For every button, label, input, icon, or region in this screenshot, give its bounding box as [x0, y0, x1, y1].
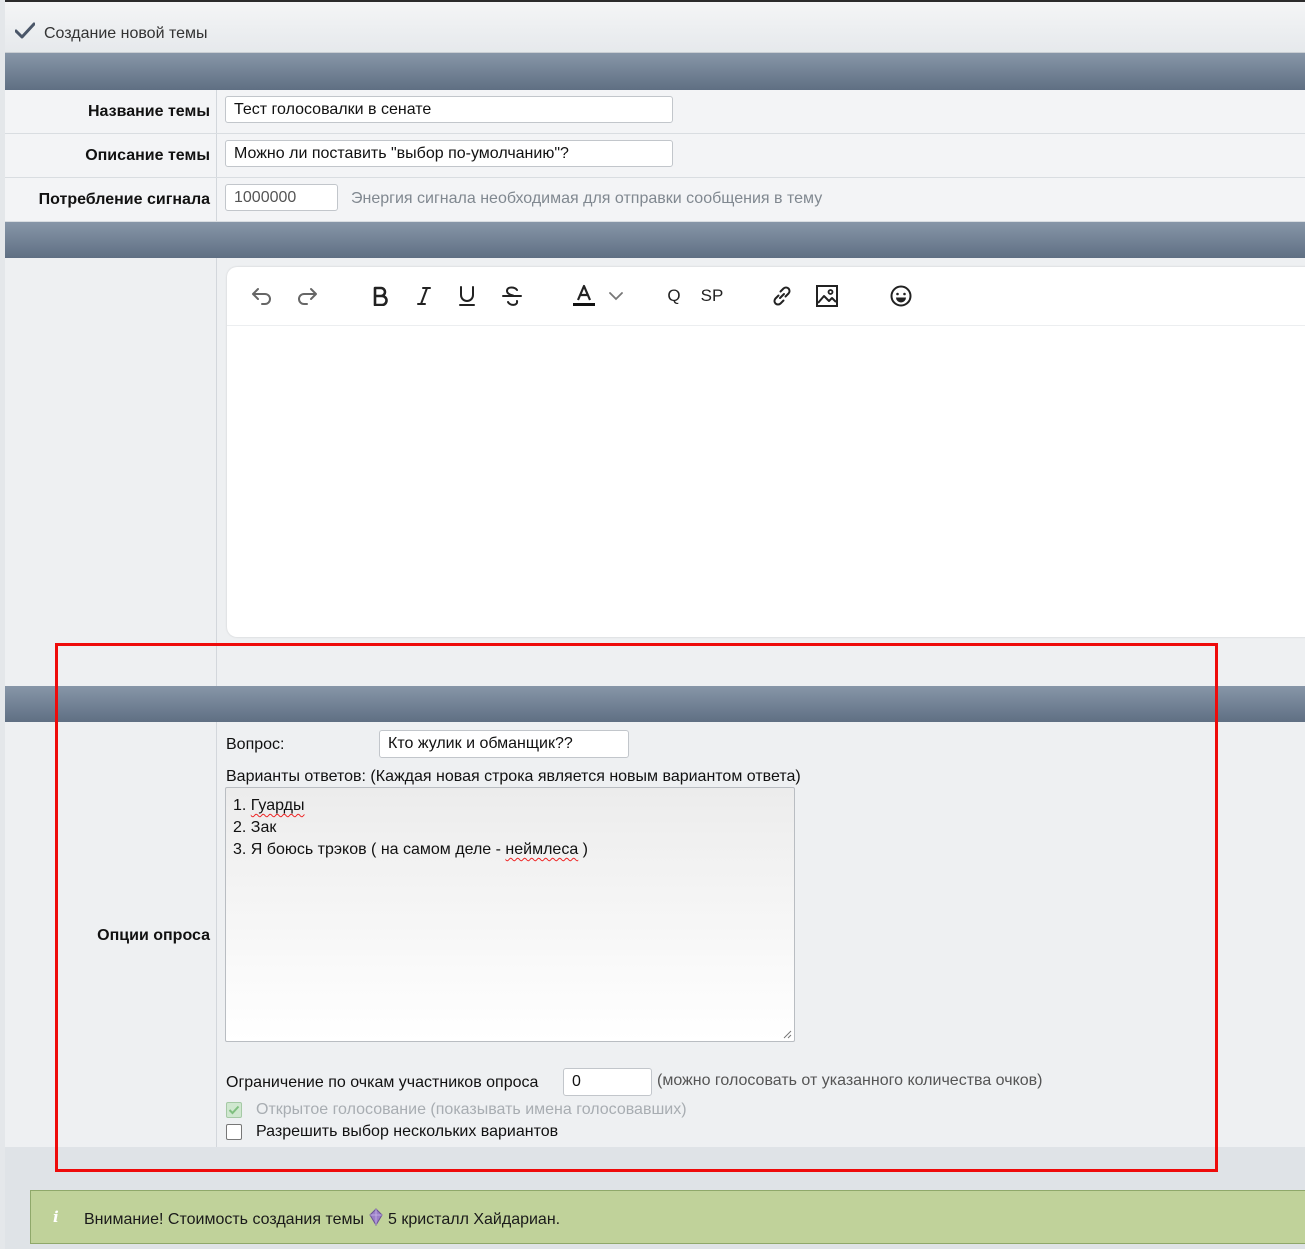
signal-input[interactable] [225, 184, 338, 211]
column-divider [216, 178, 217, 221]
topic-description-label: Описание темы [85, 147, 210, 164]
signal-hint: Энергия сигнала необходимая для отправки… [351, 190, 823, 207]
image-icon[interactable] [814, 283, 840, 309]
spoiler-button[interactable]: SP [699, 283, 725, 309]
rich-text-editor: Q SP [227, 267, 1305, 637]
undo-icon[interactable] [249, 283, 275, 309]
message-editor-row: Q SP [5, 258, 1305, 686]
column-divider [216, 90, 217, 133]
page-title: Создание новой темы [44, 25, 208, 42]
topic-name-input[interactable] [225, 96, 673, 123]
cost-notice: i Внимание! Стоимость создания темы 5 кри… [30, 1190, 1305, 1244]
topic-name-row: Название темы [5, 90, 1305, 134]
topic-name-label: Название темы [88, 103, 210, 120]
text-color-icon[interactable] [570, 283, 598, 309]
editor-toolbar: Q SP [227, 267, 1305, 326]
chevron-down-icon[interactable] [607, 283, 625, 309]
title-bar: Создание новой темы [5, 2, 1305, 53]
column-divider [216, 134, 217, 177]
check-icon [15, 22, 35, 39]
cost-notice-text: Внимание! Стоимость создания темы 5 крист… [84, 1208, 560, 1229]
create-topic-window: Создание новой темы Название темы Описан… [0, 0, 1305, 1249]
emoji-icon[interactable] [888, 283, 914, 309]
signal-row: Потребление сигнала Энергия сигнала необ… [5, 178, 1305, 222]
redo-icon[interactable] [294, 283, 320, 309]
crystal-icon [369, 1208, 383, 1226]
bold-icon[interactable] [369, 283, 391, 309]
editor-body[interactable] [227, 326, 1305, 637]
strikethrough-icon[interactable] [500, 283, 524, 309]
signal-label: Потребление сигнала [38, 191, 210, 208]
section-header-bar [5, 53, 1305, 90]
quote-button[interactable]: Q [663, 283, 685, 309]
underline-icon[interactable] [456, 283, 478, 309]
link-icon[interactable] [769, 283, 795, 309]
topic-description-row: Описание темы [5, 134, 1305, 178]
info-icon: i [53, 1208, 59, 1226]
column-divider [216, 258, 217, 686]
topic-description-input[interactable] [225, 140, 673, 167]
highlight-box [55, 643, 1218, 1172]
section-header-bar [5, 222, 1305, 258]
italic-icon[interactable] [414, 283, 434, 309]
